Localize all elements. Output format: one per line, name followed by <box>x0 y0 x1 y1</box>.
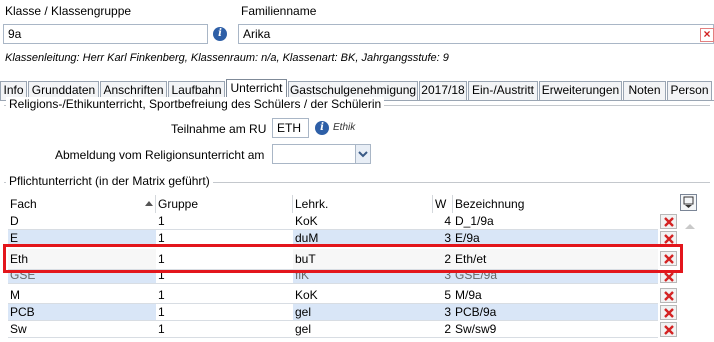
cell-w: 4 <box>433 213 453 230</box>
delete-row-button[interactable] <box>660 214 677 229</box>
cell-lehrk: duM <box>293 230 433 247</box>
table-row-selected[interactable]: Eth 1 buT 2 Eth/et <box>8 249 658 270</box>
cell-w: 3 <box>433 270 453 284</box>
familienname-label: Familienname <box>241 4 317 18</box>
klasse-label: Klasse / Klassengruppe <box>5 4 132 18</box>
column-header-label: Fach <box>10 197 37 211</box>
cell-fach: Eth <box>8 249 156 270</box>
delete-row-button[interactable] <box>660 305 677 320</box>
cell-bezeichnung: Eth/et <box>453 249 658 270</box>
cell-fach: PCB <box>8 304 156 321</box>
familienname-field[interactable]: Arika <box>238 24 714 44</box>
column-chooser-button[interactable] <box>680 194 697 211</box>
column-header-bezeichnung[interactable]: Bezeichnung <box>453 195 658 213</box>
column-chooser-icon <box>683 196 694 208</box>
chevron-down-icon <box>358 151 368 158</box>
cell-bezeichnung: PCB/9a <box>453 304 658 321</box>
teilnahme-field[interactable]: ETH <box>272 118 309 138</box>
delete-x-icon <box>664 234 674 244</box>
cell-w: 2 <box>433 249 453 270</box>
delete-x-icon <box>664 272 674 282</box>
column-header-w[interactable]: W <box>433 195 453 213</box>
cell-fach: GSE <box>8 270 156 284</box>
cell-w: 3 <box>433 304 453 321</box>
cell-bezeichnung: Sw/sw9 <box>453 321 658 338</box>
delete-x-icon <box>664 308 674 318</box>
scroll-up-icon[interactable] <box>684 222 696 230</box>
cell-w: 5 <box>433 287 453 304</box>
teilnahme-info-icon[interactable]: i <box>315 121 329 135</box>
cell-w: 2 <box>433 321 453 338</box>
delete-row-button[interactable] <box>660 251 677 266</box>
column-header-gruppe[interactable]: Gruppe <box>156 195 293 213</box>
cell-gruppe[interactable]: 1 <box>156 287 293 304</box>
tab-erweiterungen[interactable]: Erweiterungen <box>539 81 622 100</box>
cell-bezeichnung: D_1/9a <box>453 213 658 230</box>
cell-bezeichnung: M/9a <box>453 287 658 304</box>
table-row[interactable]: M 1 KoK 5 M/9a <box>8 287 658 304</box>
cell-lehrk: KoK <box>293 213 433 230</box>
cell-gruppe[interactable]: 1 <box>156 249 293 270</box>
cell-gruppe[interactable]: 1 <box>156 270 293 284</box>
klassen-info-line: Klassenleitung: Herr Karl Finkenberg, Kl… <box>5 52 449 64</box>
cell-fach: D <box>8 213 156 230</box>
teilnahme-hint: Ethik <box>333 122 356 133</box>
cell-gruppe[interactable]: 1 <box>156 213 293 230</box>
table-row[interactable]: E 1 duM 3 E/9a <box>8 230 658 247</box>
grid-header: Fach Gruppe Lehrk. W Bezeichnung <box>8 195 658 213</box>
cell-lehrk: gel <box>293 304 433 321</box>
cell-gruppe[interactable]: 1 <box>156 321 293 338</box>
cell-fach: M <box>8 287 156 304</box>
cell-bezeichnung: GSE/9a <box>453 270 658 284</box>
tab-ein-austritt[interactable]: Ein-/Austritt <box>468 81 538 100</box>
delete-row-button[interactable] <box>660 231 677 246</box>
info-icon[interactable]: i <box>213 27 227 41</box>
tab-noten[interactable]: Noten <box>623 81 666 100</box>
religion-group-title: Religions-/Ethikunterricht, Sportbefreiu… <box>6 97 385 111</box>
delete-x-icon <box>664 217 674 227</box>
tab-person[interactable]: Person <box>667 81 712 100</box>
cell-lehrk: gel <box>293 321 433 338</box>
cell-bezeichnung: E/9a <box>453 230 658 247</box>
teilnahme-label: Teilnahme am RU <box>171 122 267 136</box>
abmeldung-label: Abmeldung vom Religionsunterricht am <box>55 148 265 162</box>
cell-gruppe[interactable]: 1 <box>156 304 293 321</box>
column-header-lehrk[interactable]: Lehrk. <box>293 195 433 213</box>
cell-fach: Sw <box>8 321 156 338</box>
pflicht-group-title: Pflichtunterricht (in der Matrix geführt… <box>6 174 213 188</box>
tab-2017-18[interactable]: 2017/18 <box>419 81 467 100</box>
klasse-field[interactable]: 9a <box>3 24 208 44</box>
delete-row-button[interactable] <box>660 322 677 337</box>
date-dropdown-button[interactable] <box>355 145 370 163</box>
delete-x-icon <box>664 254 674 264</box>
table-row[interactable]: Sw 1 gel 2 Sw/sw9 <box>8 321 658 338</box>
table-row[interactable]: D 1 KoK 4 D_1/9a <box>8 213 658 230</box>
sort-ascending-icon <box>145 201 153 206</box>
cell-fach: E <box>8 230 156 247</box>
cell-w: 3 <box>433 230 453 247</box>
cell-lehrk: KoK <box>293 287 433 304</box>
column-header-fach[interactable]: Fach <box>8 195 156 213</box>
delete-row-button[interactable] <box>660 288 677 303</box>
cell-lehrk: fiK <box>293 270 433 284</box>
clear-icon[interactable]: × <box>700 28 714 42</box>
table-row[interactable]: GSE 1 fiK 3 GSE/9a <box>8 270 658 284</box>
cell-lehrk: buT <box>293 249 433 270</box>
delete-x-icon <box>664 291 674 301</box>
delete-row-button[interactable] <box>660 270 677 283</box>
table-row[interactable]: PCB 1 gel 3 PCB/9a <box>8 304 658 321</box>
delete-x-icon <box>664 325 674 335</box>
cell-gruppe[interactable]: 1 <box>156 230 293 247</box>
